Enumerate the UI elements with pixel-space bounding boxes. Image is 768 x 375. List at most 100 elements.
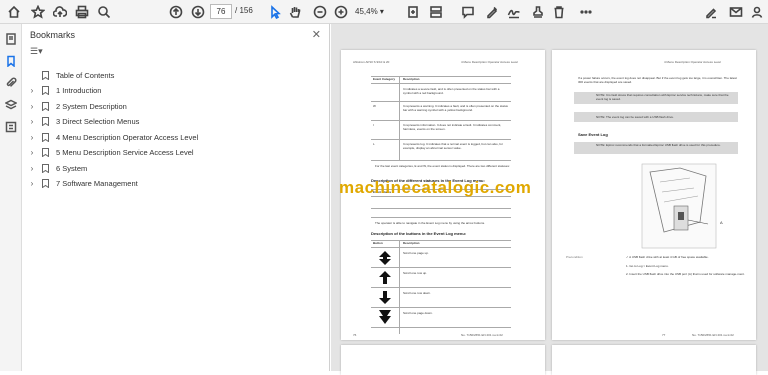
print-icon[interactable] (74, 4, 90, 20)
chevron-right-icon[interactable]: › (26, 133, 38, 142)
table-cell: It represents a warning. It indicates a … (403, 104, 508, 112)
table-header-category: Event Category (373, 77, 396, 81)
note-box: NOTE: The event log can be saved with a … (574, 112, 738, 122)
table-rule (371, 307, 511, 308)
bookmark-label: 1 Introduction (56, 86, 102, 95)
table-cell: I (373, 123, 374, 127)
highlight-pen-icon[interactable] (484, 4, 500, 20)
precondition-text: ✓ A USB flash drive with at least 4 GB o… (626, 255, 709, 259)
page-down-arrow-icon (379, 310, 391, 324)
bookmarks-panel-icon[interactable] (4, 54, 18, 68)
fill-sign-icon[interactable] (703, 4, 719, 20)
close-icon[interactable]: ✕ (312, 28, 321, 41)
bookmark-icon (38, 70, 52, 80)
user-account-icon[interactable] (749, 4, 765, 20)
bookmark-item[interactable]: › 3 Direct Selection Menus (26, 115, 139, 129)
table-cell: It represents information. It does not i… (403, 123, 502, 131)
page-thumbnails-icon[interactable] (4, 32, 18, 46)
bookmark-label: Table of Contents (56, 70, 115, 80)
navigation-rail (0, 24, 22, 371)
comment-icon[interactable] (460, 4, 476, 20)
bookmark-item[interactable]: › 2 System Description (26, 99, 127, 113)
fit-page-icon[interactable] (405, 4, 421, 20)
bookmark-item[interactable]: › 6 System (26, 161, 87, 175)
table-rule (371, 120, 511, 121)
precondition-label: Precondition (566, 255, 583, 259)
table-cell: Scroll one row down. (403, 291, 431, 295)
note-box: NOTE: Epiroc recommends that a formatted… (574, 142, 738, 154)
bookmark-icon (38, 148, 52, 157)
step-text: 1. Go to Log > Event Log menu. (626, 264, 669, 268)
row-down-arrow-icon (379, 291, 391, 304)
section-heading: Save Event Log (578, 132, 608, 137)
home-icon[interactable] (6, 4, 22, 20)
bookmark-item[interactable]: Table of Contents (26, 68, 114, 82)
chevron-right-icon[interactable]: › (26, 179, 38, 188)
bookmark-icon (38, 132, 52, 142)
page-down-icon[interactable] (190, 4, 206, 20)
bookmark-item[interactable]: › 1 Introduction (26, 84, 101, 98)
bookmark-label: 2 System Description (56, 101, 127, 111)
bookmark-star-icon[interactable] (30, 4, 46, 20)
table-header-description: Description (403, 241, 420, 245)
stamp-icon[interactable] (530, 4, 546, 20)
table-cell: Scroll one page up. (403, 251, 429, 255)
row-up-arrow-icon (379, 271, 391, 284)
table-rule (371, 139, 511, 140)
signature-icon[interactable] (506, 4, 522, 20)
chevron-right-icon[interactable]: › (26, 148, 38, 157)
more-options-icon[interactable] (578, 4, 594, 20)
bookmark-icon (38, 101, 52, 111)
share-email-icon[interactable] (728, 4, 744, 20)
body-text: For the last event categories, E and W, … (375, 164, 510, 168)
table-rule (371, 160, 511, 161)
attachments-icon[interactable] (4, 76, 18, 90)
note-text: NOTE: Epiroc recommends that a formatted… (596, 143, 721, 147)
bookmark-label: 5 Menu Description Service Access Level (56, 148, 194, 157)
table-cell: W (373, 104, 376, 108)
page-footer-number: 77 (662, 333, 666, 337)
layers-icon[interactable] (4, 98, 18, 112)
bookmark-item[interactable]: › 7 Software Management (26, 177, 138, 191)
scroll-mode-icon[interactable] (428, 4, 444, 20)
bookmarks-options-menu[interactable]: ☰▾ (30, 46, 46, 58)
zoom-out-icon[interactable] (312, 4, 328, 20)
delete-trash-icon[interactable] (551, 4, 567, 20)
page-total-label: / 156 (235, 6, 253, 15)
document-page-77: 4 Menu Description Operator Access Level… (552, 50, 756, 340)
section-heading: Description of the buttons in the Event … (371, 231, 467, 236)
chevron-right-icon[interactable]: › (26, 102, 38, 111)
page-header-right: 4 Menu Description Operator Access Level (664, 60, 721, 64)
note-text: NOTE: It is fault stress that requires c… (596, 93, 729, 101)
bookmarks-panel: Bookmarks ✕ ☰▾ Table of Contents › 1 Intro… (22, 24, 330, 371)
page-footer-number: 76 (353, 333, 357, 337)
search-icon[interactable] (96, 4, 112, 20)
table-rule (371, 267, 511, 268)
table-rule (371, 327, 511, 328)
table-rule (371, 247, 511, 248)
table-cell: Scroll one page down. (403, 311, 433, 315)
select-cursor-icon[interactable] (267, 4, 283, 20)
cloud-upload-icon[interactable] (52, 4, 68, 20)
bookmark-label: 4 Menu Description Operator Access Level (56, 132, 199, 142)
bookmark-label: 3 Direct Selection Menus (56, 117, 140, 126)
table-header-button: Button (373, 241, 383, 245)
table-rule (371, 287, 511, 288)
table-rule (371, 240, 511, 241)
page-number-input[interactable]: 76 (210, 4, 232, 19)
chevron-right-icon[interactable]: › (26, 86, 38, 95)
page-footer-docid: No. 7150/2651 EN 201 rev.k.02 (692, 333, 734, 337)
chevron-right-icon[interactable]: › (26, 164, 38, 173)
chevron-right-icon[interactable]: › (26, 117, 38, 126)
bookmark-label: 6 System (56, 163, 88, 173)
zoom-in-icon[interactable] (333, 4, 349, 20)
bookmark-item[interactable]: › 5 Menu Description Service Access Level (26, 146, 194, 160)
bookmark-item[interactable]: › 4 Menu Description Operator Access Leve… (26, 130, 198, 144)
table-rule (371, 217, 511, 218)
zoom-level-select[interactable]: 45,4% ▾ (355, 4, 393, 19)
page-up-icon[interactable] (168, 4, 184, 20)
hand-tool-icon[interactable] (287, 4, 303, 20)
table-cell: It indicates a severe fault, and is ofte… (403, 87, 500, 95)
model-tree-icon[interactable] (4, 120, 18, 134)
page-header-right: 4 Menu Description Operator Access Level (461, 60, 518, 64)
